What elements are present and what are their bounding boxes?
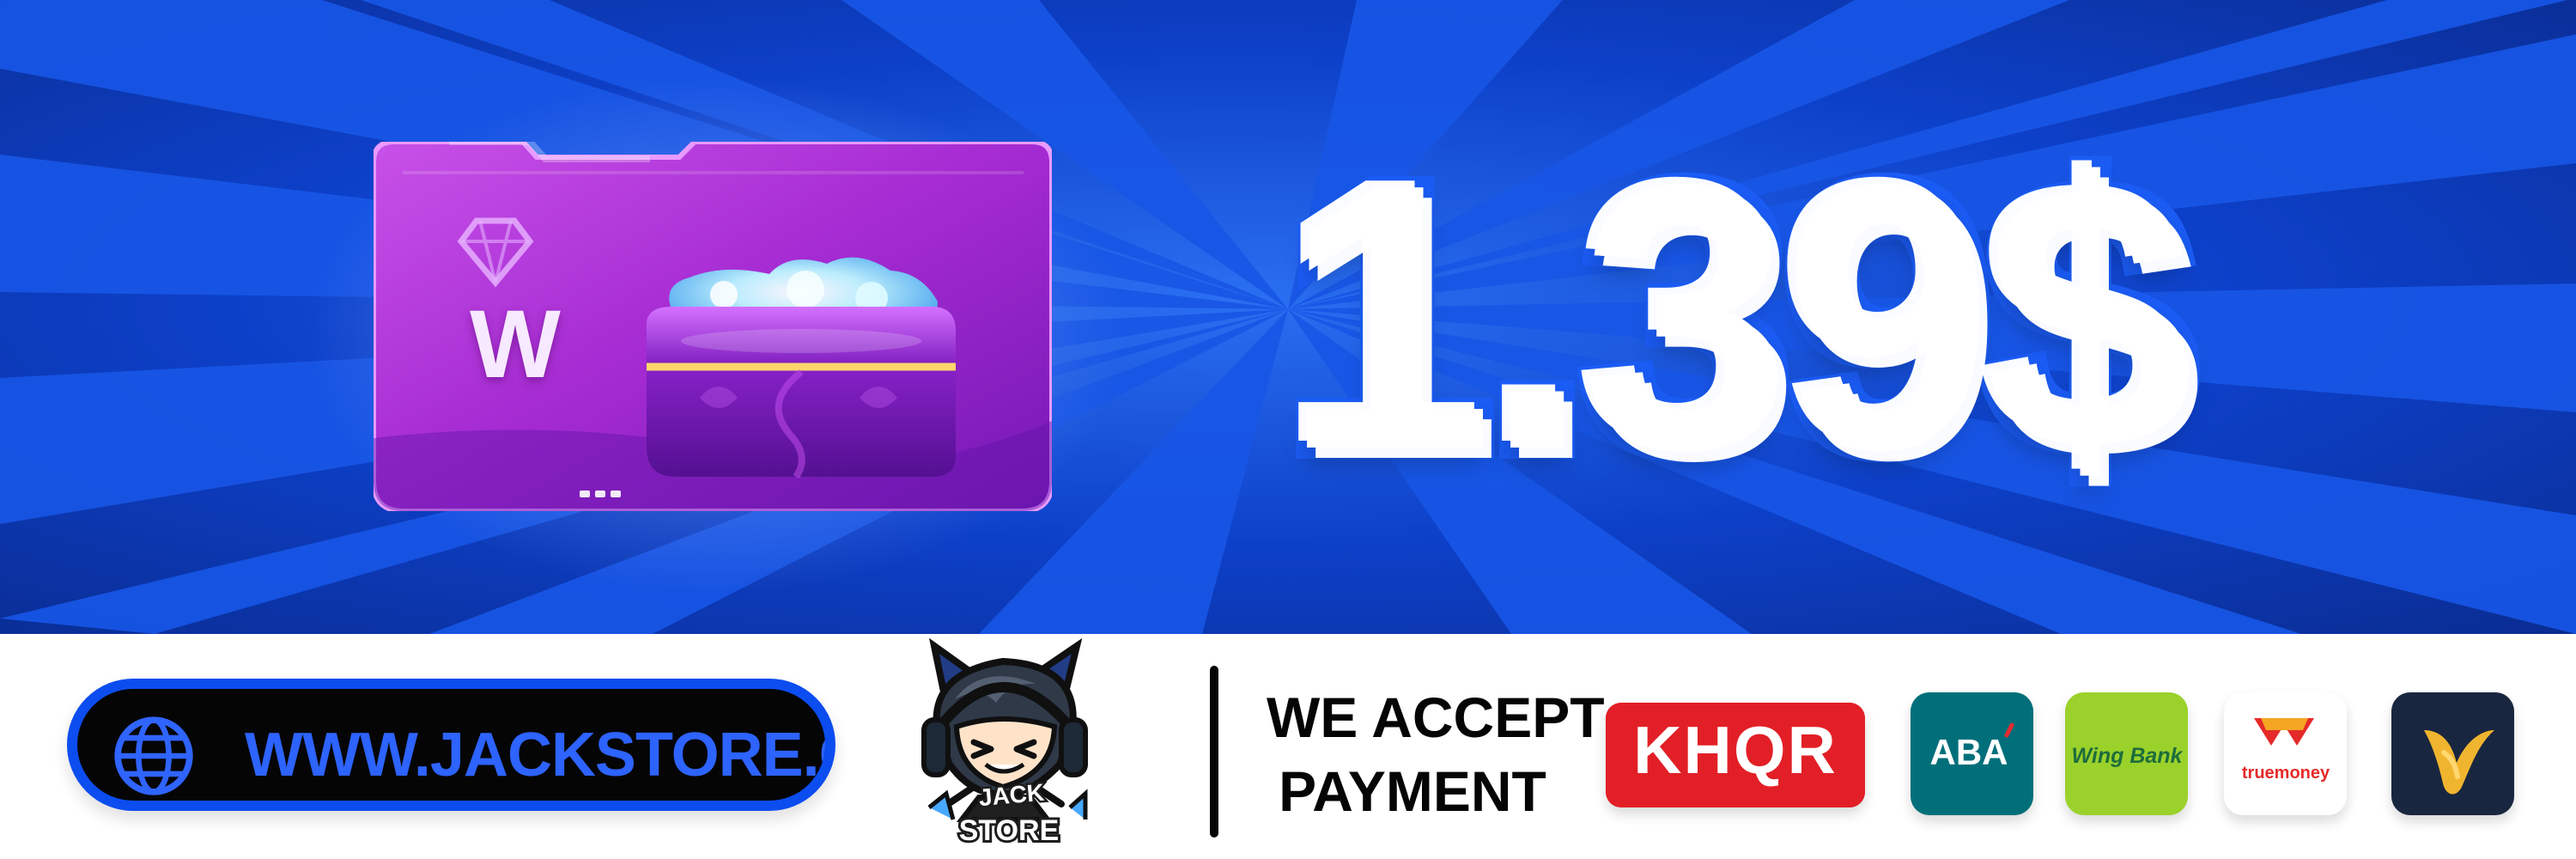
wing-bank-label: Wing Bank bbox=[2072, 744, 2184, 768]
section-divider bbox=[1210, 666, 1218, 838]
payment-heading-line-2: PAYMENT bbox=[1279, 759, 1546, 823]
payment-heading-line-1: WE ACCEPT bbox=[1267, 685, 1605, 749]
aba-payment-logo: ABA bbox=[1911, 692, 2033, 815]
truemoney-label: truemoney bbox=[2242, 764, 2330, 783]
khqr-label: KHQR bbox=[1633, 712, 1838, 788]
mascot-text-store: STORE bbox=[957, 812, 1062, 850]
promotional-banner: W 1.39$ WWW.JACKSTORE.COM bbox=[0, 0, 2576, 859]
truemoney-payment-logo: truemoney bbox=[2224, 692, 2347, 815]
aba-label: ABA bbox=[1930, 732, 2008, 772]
product-letter: W bbox=[470, 290, 561, 398]
bird-payment-logo bbox=[2391, 692, 2514, 815]
price-label: 1.39$ bbox=[1272, 107, 2205, 528]
wing-bank-payment-logo: Wing Bank bbox=[2065, 692, 2188, 815]
jack-store-mascot: JACK STORE bbox=[902, 636, 1108, 859]
hero-section: W 1.39$ bbox=[0, 0, 2576, 634]
globe-icon bbox=[114, 716, 193, 795]
product-card: W bbox=[374, 142, 1052, 511]
website-link-pill[interactable]: WWW.JACKSTORE.COM bbox=[67, 679, 835, 811]
khqr-payment-logo: KHQR bbox=[1606, 703, 1865, 807]
treasure-chest-icon bbox=[647, 257, 956, 479]
website-url[interactable]: WWW.JACKSTORE.COM bbox=[245, 713, 825, 797]
payment-heading: WE ACCEPT PAYMENT bbox=[1267, 680, 1605, 828]
